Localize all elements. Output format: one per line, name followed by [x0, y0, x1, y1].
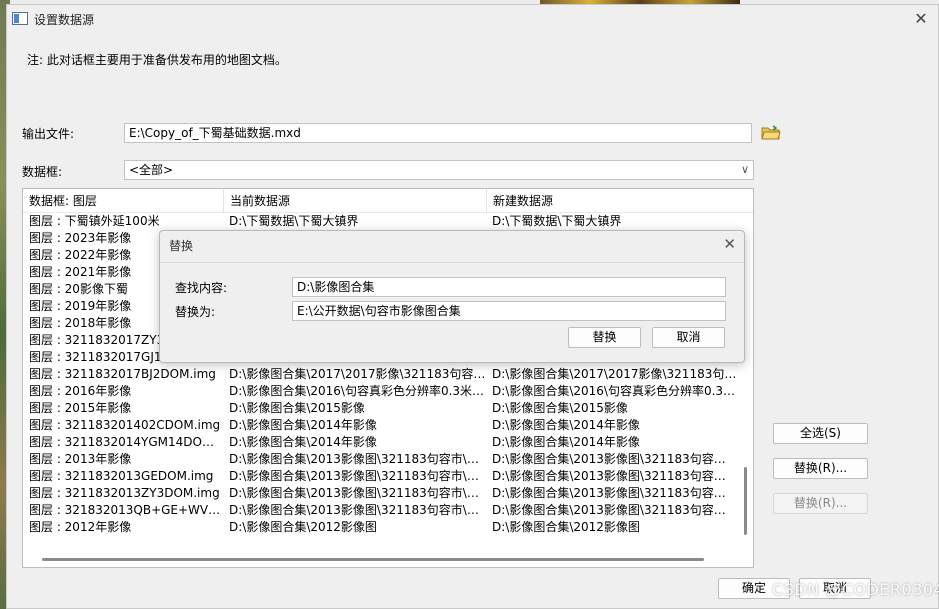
dialog-note: 注: 此对话框主要用于准备供发布用的地图文档。 — [27, 53, 287, 67]
table-row[interactable]: 图层 : 2015年影像 D:\影像图合集\2015影像 D:\影像图合集\2015… — [23, 400, 737, 417]
table-row[interactable]: 图层 : 3211832017BJ2DOM.img D:\影像图合集\2017\2… — [23, 366, 737, 383]
column-header-layer[interactable]: 数据框: 图层 — [23, 189, 223, 213]
column-header-current-source[interactable]: 当前数据源 — [223, 189, 486, 213]
vertical-scroll-thumb[interactable] — [744, 467, 747, 535]
current-source-cell: D:\影像图合集\2012影像图 — [229, 520, 377, 534]
dataframe-label: 数据框: — [22, 165, 63, 179]
chevron-down-icon[interactable]: ∨ — [741, 161, 749, 178]
new-source-cell: D:\影像图合集\2014年影像 — [492, 418, 640, 432]
output-file-label: 输出文件: — [22, 127, 75, 141]
new-source-cell: D:\影像图合集\2015影像 — [492, 401, 628, 415]
table-row[interactable]: 图层 : 2012年影像 D:\影像图合集\2012影像图 D:\影像图合集\201… — [23, 519, 737, 536]
new-source-cell: D:\影像图合集\2012影像图 — [492, 520, 640, 534]
layer-name-cell: 图层 : 2012年影像 — [29, 520, 132, 534]
layer-name-cell: 图层 : 3211832013ZY3DOM.img — [29, 486, 220, 500]
new-source-cell: D:\影像图合集\2013影像图\321183句容市\201... — [492, 486, 737, 500]
table-row[interactable]: 图层 : 3211832014YGM14DOM.img D:\影像图合集\2014… — [23, 434, 737, 451]
window-icon — [12, 12, 28, 25]
layer-name-cell: 图层 : 2015年影像 — [29, 401, 132, 415]
current-source-cell: D:\影像图合集\2015影像 — [229, 401, 365, 415]
new-source-cell: D:\影像图合集\2017\2017影像\321183句容市\... — [492, 367, 737, 381]
table-row[interactable]: 图层 : 2016年影像 D:\影像图合集\2016\句容真彩色分辨率0.3米2.… — [23, 383, 737, 400]
new-source-cell: D:\影像图合集\2016\句容真彩色分辨率0.3米2... — [492, 384, 737, 398]
horizontal-scroll-thumb[interactable] — [42, 558, 704, 561]
replace-cancel-button[interactable]: 取消 — [652, 327, 725, 348]
layer-name-cell: 图层 : 2016年影像 — [29, 384, 132, 398]
replace-dialog-title: 替换 — [169, 239, 194, 253]
layer-name-cell: 图层 : 下蜀镇外延100米 — [29, 214, 160, 228]
table-row[interactable]: 图层 : 321832013QB+GE+WV2DOM.... D:\影像图合集\2… — [23, 502, 737, 519]
layer-name-cell: 图层 : 3211832017BJ2DOM.img — [29, 367, 216, 381]
current-source-cell: D:\影像图合集\2017\2017影像\321183句容市\... — [229, 367, 486, 381]
dataframe-select[interactable]: <全部> ∨ — [124, 160, 754, 180]
new-source-cell: D:\下蜀数据\下蜀大镇界 — [492, 214, 622, 228]
horizontal-scrollbar[interactable] — [23, 551, 741, 567]
current-source-cell: D:\影像图合集\2013影像图\321183句容市\201... — [229, 452, 486, 466]
current-source-cell: D:\影像图合集\2016\句容真彩色分辨率0.3米2... — [229, 384, 486, 398]
replace-button-disabled[interactable]: 替换(R)... — [773, 493, 868, 514]
new-source-cell: D:\影像图合集\2013影像图\321183句容市\201... — [492, 503, 737, 517]
layer-name-cell: 图层 : 321832013QB+GE+WV2DOM.... — [29, 503, 223, 517]
divider — [160, 262, 744, 263]
dataframe-select-value: <全部> — [129, 163, 174, 177]
replace-confirm-button[interactable]: 替换 — [568, 327, 641, 348]
layer-name-cell: 图层 : 3211832013GEDOM.img — [29, 469, 214, 483]
folder-open-icon[interactable] — [759, 122, 783, 144]
current-source-cell: D:\影像图合集\2013影像图\321183句容市\201... — [229, 469, 486, 483]
table-row[interactable]: 图层 : 2013年影像 D:\影像图合集\2013影像图\321183句容市\2… — [23, 451, 737, 468]
table-row[interactable]: 图层 : 3211832013GEDOM.img D:\影像图合集\2013影像图… — [23, 468, 737, 485]
table-row[interactable]: 图层 : 321183201402CDOM.img D:\影像图合集\2014年影… — [23, 417, 737, 434]
current-source-cell: D:\影像图合集\2014年影像 — [229, 435, 377, 449]
layer-name-cell: 图层 : 3211832014YGM14DOM.img — [29, 435, 223, 449]
new-source-cell: D:\影像图合集\2014年影像 — [492, 435, 640, 449]
title-bar: 设置数据源 ✕ — [7, 5, 938, 33]
table-row[interactable]: 图层 : 下蜀镇外延100米 D:\下蜀数据\下蜀大镇界 D:\下蜀数据\下蜀大镇界 — [23, 213, 737, 230]
select-all-button[interactable]: 全选(S) — [773, 423, 868, 444]
layer-name-cell: 图层 : 321183201402CDOM.img — [29, 418, 221, 432]
replace-with-label: 替换为: — [175, 305, 216, 319]
replace-dialog: 替换 ✕ 查找内容: D:\影像图合集 替换为: E:\公开数据\句容市影像图合… — [159, 230, 745, 363]
output-file-field[interactable]: E:\Copy_of_下蜀基础数据.mxd — [124, 123, 752, 143]
current-source-cell: D:\影像图合集\2014年影像 — [229, 418, 377, 432]
current-source-cell: D:\影像图合集\2013影像图\321183句容市\201... — [229, 503, 486, 517]
replace-with-input[interactable]: E:\公开数据\句容市影像图合集 — [292, 301, 726, 321]
replace-button[interactable]: 替换(R)... — [773, 458, 868, 479]
new-source-cell: D:\影像图合集\2013影像图\321183句容市\201... — [492, 452, 737, 466]
watermark: CSDN @CODER0304 — [772, 580, 939, 599]
find-label: 查找内容: — [175, 281, 228, 295]
close-icon[interactable]: ✕ — [723, 235, 736, 253]
list-header: 数据框: 图层 当前数据源 新建数据源 — [23, 189, 753, 213]
window-title: 设置数据源 — [34, 13, 95, 27]
close-icon[interactable]: ✕ — [912, 10, 930, 28]
current-source-cell: D:\影像图合集\2013影像图\321183句容市\201... — [229, 486, 486, 500]
column-header-new-source[interactable]: 新建数据源 — [486, 189, 737, 213]
new-source-cell: D:\影像图合集\2013影像图\321183句容市\201... — [492, 469, 737, 483]
table-row[interactable]: 图层 : 3211832013ZY3DOM.img D:\影像图合集\2013影像… — [23, 485, 737, 502]
current-source-cell: D:\下蜀数据\下蜀大镇界 — [229, 214, 359, 228]
layer-name-cell: 图层 : 2013年影像 — [29, 452, 132, 466]
find-input[interactable]: D:\影像图合集 — [292, 277, 726, 297]
